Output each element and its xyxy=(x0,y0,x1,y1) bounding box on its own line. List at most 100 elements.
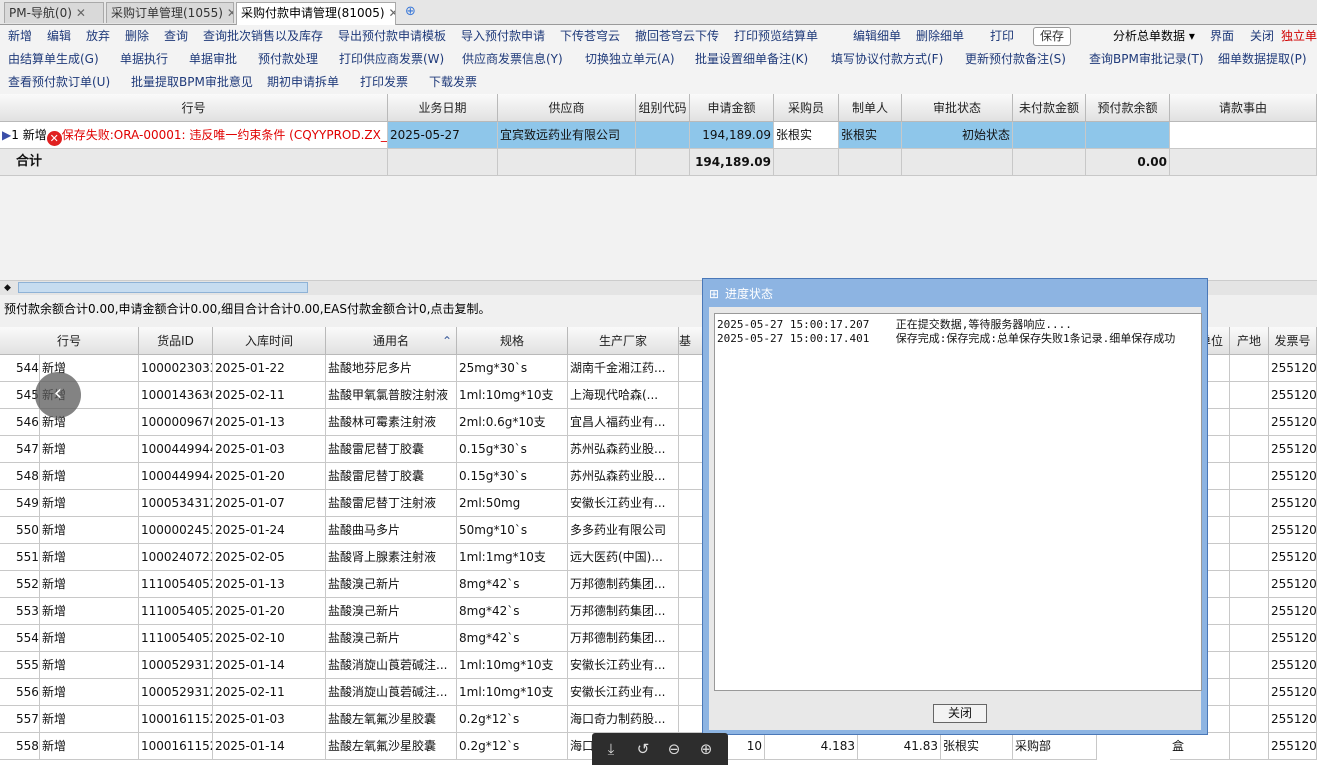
cell-empty[interactable] xyxy=(679,652,703,679)
cell-maker[interactable]: 苏州弘森药业股... xyxy=(568,436,679,463)
date-cell[interactable]: 2025-05-27 xyxy=(388,122,498,149)
col-header-rowno[interactable]: 行号 xyxy=(0,94,388,122)
cell-empty[interactable] xyxy=(1230,571,1269,598)
cell-name[interactable]: 盐酸溴己新片 xyxy=(326,571,457,598)
cell-name[interactable]: 盐酸左氧氟沙星胶囊 xyxy=(326,706,457,733)
cell-maker[interactable]: 万邦德制药集团... xyxy=(568,625,679,652)
cell-spec[interactable]: 25mg*30`s xyxy=(457,355,568,382)
cell-id[interactable]: 1000534312 xyxy=(139,490,213,517)
col-header-rowno[interactable]: 行号 xyxy=(0,327,139,355)
table-row[interactable]: ▶1 新增 ✕ 保存失败:ORA-00001: 违反唯一约束条件 (CQYYPROD… xyxy=(0,122,1317,149)
cell-st[interactable]: 新增 xyxy=(40,571,139,598)
cell-amount[interactable]: 41.83 xyxy=(858,733,941,760)
cell-name[interactable]: 盐酸雷尼替丁注射液 xyxy=(326,490,457,517)
generate-from-settlement-button[interactable]: 由结算单生成(G) xyxy=(8,51,99,68)
query-button[interactable]: 查询 xyxy=(164,28,188,45)
cell-no[interactable]: 553 xyxy=(0,598,40,625)
cell-spec[interactable]: 0.2g*12`s xyxy=(457,706,568,733)
dialog-titlebar[interactable]: ⊞ 进度状态 xyxy=(703,279,1207,307)
reason-cell[interactable] xyxy=(1170,122,1317,149)
discard-button[interactable]: 放弃 xyxy=(86,28,110,45)
cell-inv[interactable]: 2551200... xyxy=(1269,679,1317,706)
cell-inv[interactable]: 2551200... xyxy=(1269,463,1317,490)
cell-maker[interactable]: 湖南千金湘江药... xyxy=(568,355,679,382)
cell-maker[interactable]: 多多药业有限公司 xyxy=(568,517,679,544)
switch-unit-button[interactable]: 切换独立单元(A) xyxy=(585,51,675,68)
cell-name[interactable]: 盐酸肾上腺素注射液 xyxy=(326,544,457,571)
cell-inv[interactable]: 2551200... xyxy=(1269,382,1317,409)
col-header-group[interactable]: 组别代码 xyxy=(636,94,690,122)
cell-empty[interactable] xyxy=(1230,706,1269,733)
cell-name[interactable]: 盐酸甲氧氯普胺注射液 xyxy=(326,382,457,409)
cell-no[interactable]: 554 xyxy=(0,625,40,652)
cell-empty[interactable] xyxy=(679,409,703,436)
cell-date[interactable]: 2025-01-22 xyxy=(213,355,326,382)
cell-date[interactable]: 2025-01-14 xyxy=(213,652,326,679)
cell-maker[interactable]: 安徽长江药业有... xyxy=(568,679,679,706)
export-template-button[interactable]: 导出预付款申请模板 xyxy=(338,28,446,45)
cell-inv[interactable]: 2551200... xyxy=(1269,517,1317,544)
cell-inv[interactable]: 2551200... xyxy=(1269,355,1317,382)
zoom-in-icon[interactable]: ⊕ xyxy=(697,740,715,758)
import-prepay-button[interactable]: 导入预付款申请 xyxy=(461,28,545,45)
col-header-product-id[interactable]: 货品ID xyxy=(139,327,213,355)
cell-empty[interactable] xyxy=(679,490,703,517)
cell-id[interactable]: 1110054052 xyxy=(139,625,213,652)
cell-empty[interactable] xyxy=(1230,679,1269,706)
col-header-generic-name[interactable]: 通用名 ⌃ xyxy=(326,327,457,355)
cell-buyer[interactable]: 张根实 xyxy=(941,733,1013,760)
cell-date[interactable]: 2025-01-14 xyxy=(213,733,326,760)
col-header-base[interactable]: 基 xyxy=(679,327,703,355)
cell-dept[interactable]: 采购部 xyxy=(1013,733,1097,760)
cell-inv[interactable]: 2551200... xyxy=(1269,409,1317,436)
cell-date[interactable]: 2025-02-05 xyxy=(213,544,326,571)
cell-empty[interactable] xyxy=(1230,544,1269,571)
print-button[interactable]: 打印 xyxy=(990,28,1014,45)
cell-inv[interactable]: 2551200... xyxy=(1269,436,1317,463)
rotate-icon[interactable]: ↺ xyxy=(634,740,652,758)
cell-date[interactable]: 2025-02-10 xyxy=(213,625,326,652)
col-header-buyer[interactable]: 采购员 xyxy=(774,94,839,122)
cell-spec[interactable]: 8mg*42`s xyxy=(457,625,568,652)
cell-id[interactable]: 1000529312 xyxy=(139,679,213,706)
cell-st[interactable]: 新增 xyxy=(40,544,139,571)
cell-st[interactable]: 新增 xyxy=(40,463,139,490)
cell-st[interactable]: 新增 xyxy=(40,652,139,679)
cell-empty[interactable] xyxy=(1230,625,1269,652)
cell-name[interactable]: 盐酸地芬尼多片 xyxy=(326,355,457,382)
tab-purchase-order[interactable]: 采购订单管理(1055) ✕ xyxy=(106,2,234,23)
cell-no[interactable]: 558 xyxy=(0,733,40,760)
cell-maker[interactable]: 万邦德制药集团... xyxy=(568,598,679,625)
cell-price[interactable]: 4.183 xyxy=(765,733,858,760)
cell-no[interactable]: 546 xyxy=(0,409,40,436)
batch-remark-button[interactable]: 批量设置细单备注(K) xyxy=(695,51,808,68)
doc-approve-button[interactable]: 单据审批 xyxy=(189,51,237,68)
cell-name[interactable]: 盐酸消旋山莨菪碱注... xyxy=(326,679,457,706)
cell-spec[interactable]: 0.15g*30`s xyxy=(457,463,568,490)
cell-date[interactable]: 2025-01-13 xyxy=(213,571,326,598)
buyer-cell[interactable]: 张根实 xyxy=(774,122,839,149)
cell-empty[interactable] xyxy=(1230,517,1269,544)
cell-spec[interactable]: 8mg*42`s xyxy=(457,571,568,598)
cell-st[interactable]: 新增 xyxy=(40,436,139,463)
cell-maker[interactable]: 海口奇力制药股... xyxy=(568,706,679,733)
cell-date[interactable]: 2025-01-24 xyxy=(213,517,326,544)
scroll-left-icon[interactable]: ◆ xyxy=(4,281,11,295)
cell-spec[interactable]: 1ml:1mg*10支 xyxy=(457,544,568,571)
new-button[interactable]: 新增 xyxy=(8,28,32,45)
revoke-cloud-button[interactable]: 撤回苍穹云下传 xyxy=(635,28,719,45)
cell-empty[interactable] xyxy=(1230,463,1269,490)
cell-maker[interactable]: 远大医药(中国)... xyxy=(568,544,679,571)
cell-spec[interactable]: 1ml:10mg*10支 xyxy=(457,382,568,409)
cell-id[interactable]: 1000161152 xyxy=(139,733,213,760)
batch-bpm-opinion-button[interactable]: 批量提取BPM审批意见 xyxy=(131,74,253,91)
cell-inv[interactable]: 2551200... xyxy=(1269,571,1317,598)
cell-st[interactable]: 新增 xyxy=(40,733,139,760)
dialog-close-button[interactable]: 关闭 xyxy=(933,704,987,723)
cell-id[interactable]: 1000161152 xyxy=(139,706,213,733)
amount-cell[interactable]: 194,189.09 xyxy=(690,122,774,149)
add-tab-icon[interactable]: ⊕ xyxy=(405,4,416,19)
cell-empty[interactable] xyxy=(1230,409,1269,436)
cell-no[interactable]: 550 xyxy=(0,517,40,544)
cell-inv[interactable]: 2551200... xyxy=(1269,544,1317,571)
